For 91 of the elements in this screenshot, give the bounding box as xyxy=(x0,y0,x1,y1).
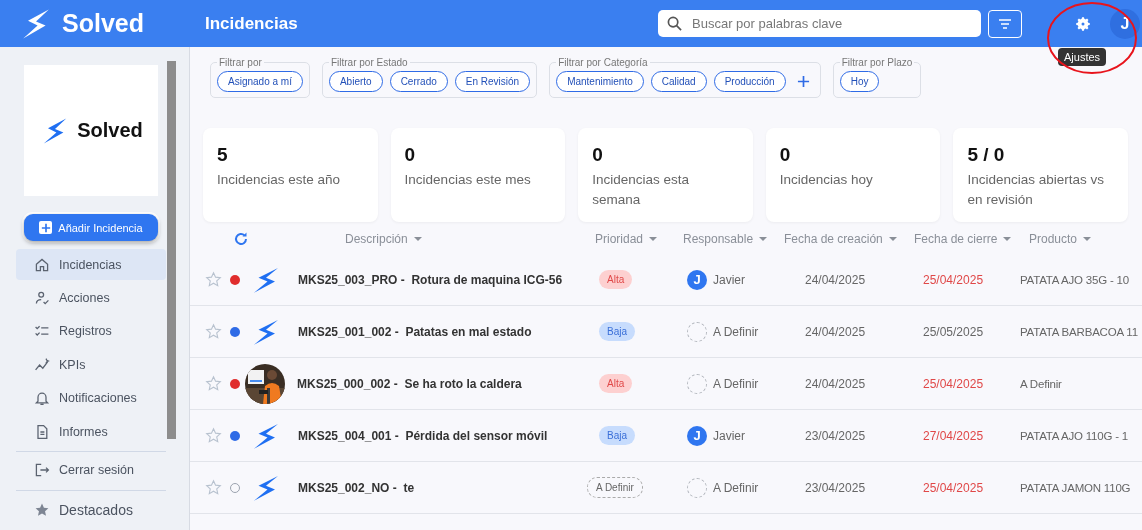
nav-item[interactable]: Registros xyxy=(16,315,166,348)
stat-label: Incidencias esta semana xyxy=(592,171,690,209)
table-cell-text: 23/04/2025 xyxy=(804,428,867,443)
filter-chip[interactable]: Cerrado xyxy=(389,71,448,92)
settings-icon[interactable] xyxy=(1074,14,1092,33)
star-icon[interactable] xyxy=(205,427,222,444)
table-cell-text: PATATA AJO 35G - 10 xyxy=(1020,273,1130,286)
search-icon xyxy=(667,16,682,31)
filter-button[interactable] xyxy=(988,9,1022,38)
nav-item[interactable]: Informes xyxy=(16,415,166,448)
priority-badge: Baja xyxy=(599,426,635,445)
nav-item[interactable]: Incidencias xyxy=(16,248,166,281)
assignee-avatar: J xyxy=(687,425,707,446)
filter-chip[interactable]: Abierto xyxy=(328,71,383,92)
table-cell-text: 24/04/2025 xyxy=(804,376,867,391)
filter-label: Filtrar por Plazo xyxy=(840,57,914,68)
filter-chip[interactable]: Calidad xyxy=(650,71,707,92)
stat-label: Incidencias este mes xyxy=(404,171,532,189)
stat-value: 5 / 0 xyxy=(967,144,1006,166)
filter-label: Filtrar por Categoría xyxy=(557,57,649,68)
assignee-avatar: J xyxy=(687,269,707,290)
star-icon[interactable] xyxy=(205,271,222,288)
table-cell-text: 25/04/2025 xyxy=(922,376,985,391)
table-cell-text: 25/04/2025 xyxy=(922,480,985,495)
table-cell-text: PATATA BARBACOA 11 xyxy=(1020,325,1139,338)
table-cell-text: A Definir xyxy=(1020,377,1063,390)
user-avatar[interactable]: J xyxy=(1110,8,1140,39)
chart-icon xyxy=(34,356,50,373)
stat-value: 0 xyxy=(592,144,604,166)
table-cell-text: 23/04/2025 xyxy=(804,480,867,495)
table-cell-text: PATATA JAMON 110G xyxy=(1020,481,1132,494)
brand-name: Solved xyxy=(62,9,144,38)
tooltip: Ajustes xyxy=(1058,48,1107,66)
priority-badge: Alta xyxy=(599,374,633,393)
assignee-name: Javier xyxy=(713,272,745,287)
filter-chip[interactable]: En Revisión xyxy=(454,71,531,92)
favorites-item[interactable]: Destacados xyxy=(16,492,166,528)
bell-icon xyxy=(34,390,50,407)
search-field[interactable]: Buscar por palabras clave xyxy=(658,10,981,37)
page-title: Incidencias xyxy=(205,13,299,34)
incident-description: MKS25_004_001 - Pérdida del sensor móvil xyxy=(298,428,548,443)
incident-description: MKS25_000_002 - Se ha roto la caldera xyxy=(297,376,522,391)
nav-item[interactable]: KPIs xyxy=(16,349,166,381)
add-incident-button[interactable]: Añadir Incidencia xyxy=(24,214,158,241)
filter-chip[interactable]: Hoy xyxy=(839,71,880,92)
home-icon xyxy=(34,256,50,273)
assignee-name: Javier xyxy=(713,428,745,443)
incident-description: MKS25_001_002 - Patatas en mal estado xyxy=(298,324,532,339)
table-cell-text: PATATA AJO 110G - 1 xyxy=(1020,429,1130,442)
scrollbar-thumb[interactable] xyxy=(167,61,176,439)
add-icon[interactable] xyxy=(796,75,810,88)
table-row[interactable]: MKS25_001_002 - Patatas en mal estado Baja A Definir 24/04/2025 25/05/2025 PATATA BARBACOA 11 xyxy=(190,306,1142,358)
incident-description: MKS25_002_NO - te xyxy=(298,480,415,495)
priority-badge: Alta xyxy=(599,270,633,289)
table-row[interactable]: MKS25_003_PRO - Rotura de maquina ICG-56 Alta J Javier 24/04/2025 25/04/2025 PATATA AJO 35G - 10 xyxy=(190,254,1142,306)
table-cell-text: 25/04/2025 xyxy=(922,272,985,287)
nav-item[interactable]: Notificaciones xyxy=(16,382,166,414)
table-row[interactable]: MKS25_002_NO - te A Definir A Definir 23/04/2025 25/04/2025 PATATA JAMON 110G xyxy=(190,462,1142,514)
filter-label: Filtrar por xyxy=(218,57,263,68)
assignee-name: A Definir xyxy=(713,324,759,339)
nav-item[interactable]: Acciones xyxy=(16,282,166,314)
table-cell-text: 25/05/2025 xyxy=(922,324,985,339)
star-icon[interactable] xyxy=(205,323,222,340)
table-cell-text: 27/04/2025 xyxy=(922,428,985,443)
table-cell-text: 24/04/2025 xyxy=(804,324,867,339)
stat-value: 0 xyxy=(779,144,792,166)
refresh-icon[interactable] xyxy=(233,231,249,247)
logout-item[interactable]: Cerrar sesión xyxy=(16,454,166,486)
stat-label: Incidencias hoy xyxy=(779,171,874,189)
stat-label: Incidencias este año xyxy=(217,171,342,189)
star-icon[interactable] xyxy=(205,375,222,392)
user-check-icon xyxy=(34,290,50,307)
filter-label: Filtrar por Estado xyxy=(329,57,409,68)
filter-chip[interactable]: Asignado a mí xyxy=(217,71,303,92)
table-row[interactable]: MKS25_000_002 - Se ha roto la caldera Alta A Definir 24/04/2025 25/04/2025 A Definir xyxy=(190,358,1142,410)
table-row[interactable]: MKS25_004_001 - Pérdida del sensor móvil Baja J Javier 23/04/2025 27/04/2025 PATATA AJO 110G - 1 xyxy=(190,410,1142,462)
stat-label: Incidencias abiertas vs en revisión xyxy=(967,171,1105,209)
assignee-name: A Definir xyxy=(713,376,759,391)
logout-icon xyxy=(34,462,50,478)
assignee-name: A Definir xyxy=(713,480,759,495)
brand-name: Solved xyxy=(77,119,143,143)
document-icon xyxy=(34,423,50,440)
stat-value: 0 xyxy=(404,144,417,166)
add-icon xyxy=(39,221,53,235)
incident-description: MKS25_003_PRO - Rotura de maquina ICG-56 xyxy=(298,272,563,287)
priority-badge: Baja xyxy=(599,322,635,341)
stat-value: 5 xyxy=(217,144,229,166)
table-cell-text: 24/04/2025 xyxy=(804,272,867,287)
filter-chip[interactable]: Producción xyxy=(713,71,786,92)
filter-chip[interactable]: Mantenimiento xyxy=(556,71,644,92)
star-icon[interactable] xyxy=(205,479,222,496)
